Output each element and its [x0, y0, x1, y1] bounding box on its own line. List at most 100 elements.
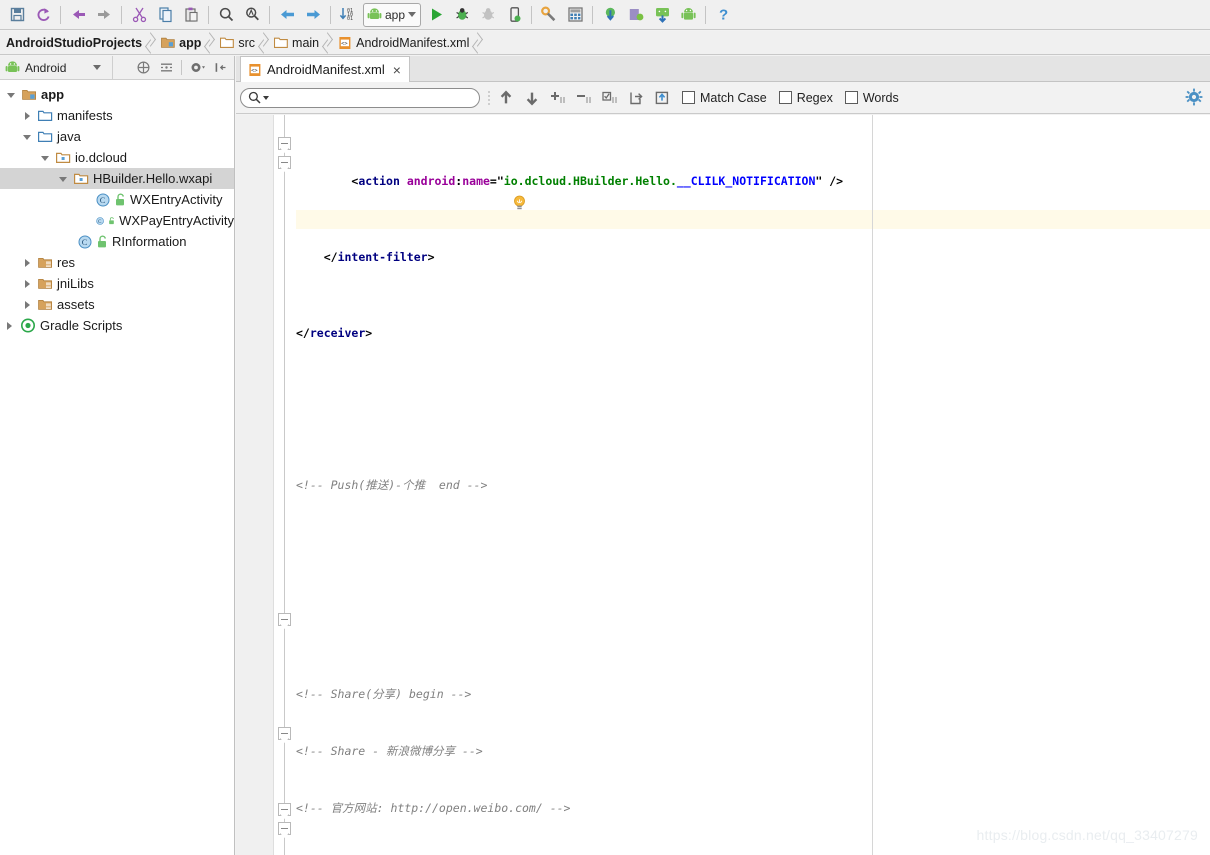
- sort-icon[interactable]: 01 10 01: [335, 3, 361, 27]
- help-icon[interactable]: ?: [710, 3, 736, 27]
- chevron-right-icon[interactable]: [22, 257, 34, 269]
- checkbox-box[interactable]: [778, 91, 792, 104]
- coverage-icon[interactable]: [475, 3, 501, 27]
- filter-icon[interactable]: [650, 86, 674, 110]
- regex-checkbox[interactable]: Regex: [778, 91, 833, 105]
- copy-icon[interactable]: [152, 3, 178, 27]
- breadcrumb-item-project[interactable]: AndroidStudioProjects: [0, 31, 146, 55]
- drag-handle[interactable]: [484, 88, 493, 108]
- fold-marker[interactable]: [278, 727, 291, 740]
- chevron-down-icon[interactable]: [40, 152, 52, 164]
- code-editor[interactable]: <action android:name="io.dcloud.HBuilder…: [236, 115, 1210, 855]
- tree-item-wxentryactivity[interactable]: C WXEntryActivity: [0, 189, 234, 210]
- android-icon[interactable]: [675, 3, 701, 27]
- hide-panel-icon[interactable]: [209, 57, 231, 79]
- open-in-find-window-icon[interactable]: [624, 86, 648, 110]
- avd-manager-icon[interactable]: [562, 3, 588, 27]
- chevron-down-icon[interactable]: [6, 89, 18, 101]
- sync-gradle-icon[interactable]: [597, 3, 623, 27]
- scroll-from-source-icon[interactable]: [155, 57, 177, 79]
- select-all-occurrences-icon[interactable]: [598, 86, 622, 110]
- sdk-download-icon[interactable]: [649, 3, 675, 27]
- svg-text:01: 01: [347, 16, 353, 22]
- debug-icon[interactable]: [449, 3, 475, 27]
- cut-icon[interactable]: [126, 3, 152, 27]
- back-icon[interactable]: [274, 3, 300, 27]
- breadcrumb-item-file[interactable]: <> AndroidManifest.xml: [332, 31, 473, 55]
- search-input[interactable]: [271, 89, 470, 106]
- chevron-down-icon[interactable]: [58, 173, 70, 185]
- collapse-expand-icon[interactable]: [132, 57, 154, 79]
- device-monitor-icon[interactable]: [623, 3, 649, 27]
- chevron-right-icon[interactable]: [4, 320, 16, 332]
- find-icon[interactable]: [213, 3, 239, 27]
- chevron-right-icon[interactable]: [22, 299, 34, 311]
- fold-marker[interactable]: [278, 613, 291, 626]
- tree-item-rinformation[interactable]: C RInformation: [0, 231, 234, 252]
- tree-item-label: app: [41, 87, 65, 102]
- search-history-chevron-icon[interactable]: [263, 95, 269, 100]
- chevron-down-icon[interactable]: [408, 12, 417, 17]
- breadcrumb-label: app: [179, 35, 202, 50]
- breadcrumb-item-main[interactable]: main: [268, 31, 323, 55]
- unlock-icon: [109, 216, 114, 224]
- fold-marker[interactable]: [278, 137, 291, 150]
- search-input-wrapper[interactable]: [240, 87, 480, 108]
- fold-marker[interactable]: [278, 822, 291, 835]
- chevron-right-icon[interactable]: [22, 110, 34, 122]
- tree-item-wxpayentryactivity[interactable]: C WXPayEntryActivity: [0, 210, 234, 231]
- sync-icon[interactable]: [30, 3, 56, 27]
- attach-debugger-icon[interactable]: [501, 3, 527, 27]
- chevron-down-icon[interactable]: [22, 131, 34, 143]
- save-all-icon[interactable]: [4, 3, 30, 27]
- sdk-manager-icon[interactable]: [536, 3, 562, 27]
- tree-item-label: RInformation: [112, 234, 187, 249]
- gear-icon[interactable]: [1185, 88, 1203, 106]
- tree-item-manifests[interactable]: manifests: [0, 105, 234, 126]
- folder-icon: [274, 37, 288, 48]
- tree-item-app[interactable]: app: [0, 84, 234, 105]
- add-selection-icon[interactable]: [546, 86, 570, 110]
- fold-marker[interactable]: [278, 156, 291, 169]
- toolbar-separator: [121, 5, 122, 24]
- fold-strip[interactable]: [274, 115, 296, 855]
- tree-item-io-dcloud[interactable]: io.dcloud: [0, 147, 234, 168]
- tree-item-java[interactable]: java: [0, 126, 234, 147]
- undo-icon[interactable]: [65, 3, 91, 27]
- run-icon[interactable]: [423, 3, 449, 27]
- breadcrumb-item-src[interactable]: src: [214, 31, 259, 55]
- project-view-selector[interactable]: Android: [0, 56, 113, 79]
- editor-gutter[interactable]: [236, 115, 274, 855]
- breadcrumb-item-app[interactable]: app: [155, 31, 205, 55]
- remove-selection-icon[interactable]: [572, 86, 596, 110]
- find-previous-icon[interactable]: [494, 86, 518, 110]
- breadcrumb-separator-icon: [323, 31, 332, 55]
- tree-item-assets[interactable]: assets: [0, 294, 234, 315]
- match-case-checkbox[interactable]: Match Case: [682, 91, 767, 105]
- code-content[interactable]: <action android:name="io.dcloud.HBuilder…: [296, 115, 1210, 855]
- checkbox-box[interactable]: [682, 91, 695, 104]
- forward-icon[interactable]: [300, 3, 326, 27]
- redo-icon[interactable]: [91, 3, 117, 27]
- checkbox-box[interactable]: [844, 91, 858, 104]
- tree-item-hbuilder-hello-wxapi[interactable]: HBuilder.Hello.wxapi: [0, 168, 234, 189]
- checkbox-label: Words: [862, 90, 899, 105]
- replace-icon[interactable]: [239, 3, 265, 27]
- tab-androidmanifest-xml[interactable]: <> AndroidManifest.xml ×: [240, 56, 410, 82]
- watermark: https://blog.csdn.net/qq_33407279: [976, 827, 1198, 843]
- tree-item-res[interactable]: res: [0, 252, 234, 273]
- code-line: <action android:name="io.dcloud.HBuilder…: [351, 174, 844, 188]
- gradle-icon: [21, 318, 35, 333]
- run-configuration-selector[interactable]: app: [363, 2, 422, 27]
- chevron-right-icon[interactable]: [22, 278, 34, 290]
- breadcrumb-separator-icon: [473, 31, 482, 55]
- words-checkbox[interactable]: Words: [844, 90, 899, 105]
- chevron-down-icon[interactable]: [93, 65, 102, 70]
- close-icon[interactable]: ×: [393, 63, 401, 77]
- find-next-icon[interactable]: [520, 86, 544, 110]
- fold-marker[interactable]: [278, 803, 291, 816]
- settings-gear-icon[interactable]: [186, 57, 208, 79]
- tree-item-jnilibs[interactable]: jniLibs: [0, 273, 234, 294]
- paste-icon[interactable]: [178, 3, 204, 27]
- tree-item-gradle-scripts[interactable]: Gradle Scripts: [0, 315, 234, 336]
